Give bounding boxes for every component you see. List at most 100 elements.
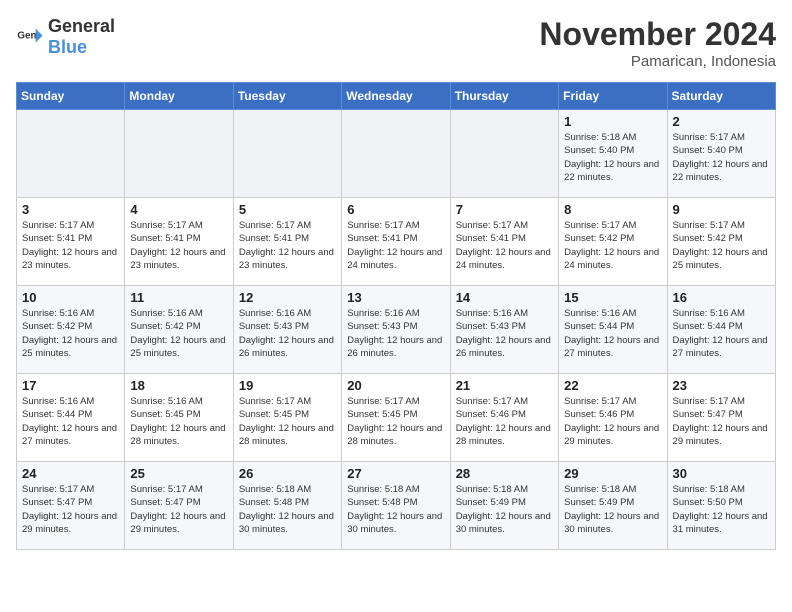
table-row: 7Sunrise: 5:17 AM Sunset: 5:41 PM Daylig…: [450, 198, 558, 286]
day-detail: Sunrise: 5:17 AM Sunset: 5:41 PM Dayligh…: [239, 219, 336, 272]
table-row: 3 Sunrise: 5:17 AM Sunset: 5:41 PM Daylig…: [17, 198, 125, 286]
day-detail: Sunrise: 5:17 AM Sunset: 5:47 PM Dayligh…: [673, 395, 770, 448]
day-number: 19: [239, 378, 336, 393]
table-row: 28 Sunrise: 5:18 AM Sunset: 5:49 PM Dayli…: [450, 462, 558, 550]
day-number: 1: [564, 114, 661, 129]
table-row: 12 Sunrise: 5:16 AM Sunset: 5:43 PM Dayli…: [233, 286, 341, 374]
day-detail: Sunrise: 5:17 AM Sunset: 5:47 PM Dayligh…: [22, 483, 119, 536]
table-row: [233, 110, 341, 198]
table-row: 27Sunrise: 5:18 AM Sunset: 5:48 PM Dayli…: [342, 462, 450, 550]
day-number: 9: [673, 202, 770, 217]
day-number: 8: [564, 202, 661, 217]
day-detail: Sunrise: 5:17 AM Sunset: 5:41 PM Dayligh…: [22, 219, 119, 272]
header-tuesday: Tuesday: [233, 83, 341, 110]
day-number: 12: [239, 290, 336, 305]
day-detail: Sunrise: 5:18 AM Sunset: 5:49 PM Dayligh…: [456, 483, 553, 536]
table-row: 14 Sunrise: 5:16 AM Sunset: 5:43 PM Dayli…: [450, 286, 558, 374]
logo: Gen General Blue: [16, 16, 115, 58]
logo-icon: Gen: [16, 23, 44, 51]
day-number: 27: [347, 466, 444, 481]
table-row: 20 Sunrise: 5:17 AM Sunset: 5:45 PM Dayli…: [342, 374, 450, 462]
day-detail: Sunrise: 5:17 AM Sunset: 5:40 PM Dayligh…: [673, 131, 770, 184]
week-row-3: 10 Sunrise: 5:16 AM Sunset: 5:42 PM Dayli…: [17, 286, 776, 374]
header-wednesday: Wednesday: [342, 83, 450, 110]
day-number: 20: [347, 378, 444, 393]
day-number: 7: [456, 202, 553, 217]
day-detail: Sunrise: 5:17 AM Sunset: 5:42 PM Dayligh…: [564, 219, 661, 272]
day-detail: Sunrise: 5:16 AM Sunset: 5:42 PM Dayligh…: [22, 307, 119, 360]
table-row: 25 Sunrise: 5:17 AM Sunset: 5:47 PM Dayli…: [125, 462, 233, 550]
day-number: 6: [347, 202, 444, 217]
header-saturday: Saturday: [667, 83, 775, 110]
table-row: 11Sunrise: 5:16 AM Sunset: 5:42 PM Dayli…: [125, 286, 233, 374]
calendar-table: Sunday Monday Tuesday Wednesday Thursday…: [16, 82, 776, 550]
day-number: 29: [564, 466, 661, 481]
day-number: 28: [456, 466, 553, 481]
day-detail: Sunrise: 5:17 AM Sunset: 5:41 PM Dayligh…: [130, 219, 227, 272]
table-row: [342, 110, 450, 198]
table-row: 22 Sunrise: 5:17 AM Sunset: 5:46 PM Dayli…: [559, 374, 667, 462]
table-row: [17, 110, 125, 198]
day-number: 11: [130, 290, 227, 305]
week-row-5: 24Sunrise: 5:17 AM Sunset: 5:47 PM Dayli…: [17, 462, 776, 550]
week-row-1: 1 Sunrise: 5:18 AM Sunset: 5:40 PM Daylig…: [17, 110, 776, 198]
table-row: 29 Sunrise: 5:18 AM Sunset: 5:49 PM Dayli…: [559, 462, 667, 550]
day-number: 25: [130, 466, 227, 481]
table-row: 30Sunrise: 5:18 AM Sunset: 5:50 PM Dayli…: [667, 462, 775, 550]
table-row: 16 Sunrise: 5:16 AM Sunset: 5:44 PM Dayli…: [667, 286, 775, 374]
day-number: 5: [239, 202, 336, 217]
day-detail: Sunrise: 5:17 AM Sunset: 5:45 PM Dayligh…: [239, 395, 336, 448]
table-row: 26Sunrise: 5:18 AM Sunset: 5:48 PM Dayli…: [233, 462, 341, 550]
month-title: November 2024: [539, 16, 776, 53]
day-detail: Sunrise: 5:17 AM Sunset: 5:46 PM Dayligh…: [564, 395, 661, 448]
header-monday: Monday: [125, 83, 233, 110]
day-detail: Sunrise: 5:16 AM Sunset: 5:44 PM Dayligh…: [22, 395, 119, 448]
day-detail: Sunrise: 5:17 AM Sunset: 5:45 PM Dayligh…: [347, 395, 444, 448]
day-detail: Sunrise: 5:16 AM Sunset: 5:43 PM Dayligh…: [239, 307, 336, 360]
day-detail: Sunrise: 5:18 AM Sunset: 5:40 PM Dayligh…: [564, 131, 661, 184]
table-row: 24Sunrise: 5:17 AM Sunset: 5:47 PM Dayli…: [17, 462, 125, 550]
table-row: [450, 110, 558, 198]
day-number: 10: [22, 290, 119, 305]
table-row: [125, 110, 233, 198]
header-thursday: Thursday: [450, 83, 558, 110]
day-detail: Sunrise: 5:17 AM Sunset: 5:47 PM Dayligh…: [130, 483, 227, 536]
logo-blue: Blue: [48, 37, 87, 57]
table-row: 8 Sunrise: 5:17 AM Sunset: 5:42 PM Daylig…: [559, 198, 667, 286]
week-row-2: 3 Sunrise: 5:17 AM Sunset: 5:41 PM Daylig…: [17, 198, 776, 286]
day-detail: Sunrise: 5:16 AM Sunset: 5:44 PM Dayligh…: [564, 307, 661, 360]
week-row-4: 17 Sunrise: 5:16 AM Sunset: 5:44 PM Dayli…: [17, 374, 776, 462]
table-row: 21Sunrise: 5:17 AM Sunset: 5:46 PM Dayli…: [450, 374, 558, 462]
day-number: 15: [564, 290, 661, 305]
day-detail: Sunrise: 5:16 AM Sunset: 5:43 PM Dayligh…: [347, 307, 444, 360]
table-row: 6 Sunrise: 5:17 AM Sunset: 5:41 PM Daylig…: [342, 198, 450, 286]
day-number: 16: [673, 290, 770, 305]
day-detail: Sunrise: 5:16 AM Sunset: 5:43 PM Dayligh…: [456, 307, 553, 360]
day-detail: Sunrise: 5:18 AM Sunset: 5:49 PM Dayligh…: [564, 483, 661, 536]
day-number: 14: [456, 290, 553, 305]
day-detail: Sunrise: 5:17 AM Sunset: 5:46 PM Dayligh…: [456, 395, 553, 448]
table-row: 2Sunrise: 5:17 AM Sunset: 5:40 PM Daylig…: [667, 110, 775, 198]
table-row: 18Sunrise: 5:16 AM Sunset: 5:45 PM Dayli…: [125, 374, 233, 462]
day-number: 23: [673, 378, 770, 393]
day-detail: Sunrise: 5:18 AM Sunset: 5:50 PM Dayligh…: [673, 483, 770, 536]
day-number: 3: [22, 202, 119, 217]
table-row: 19 Sunrise: 5:17 AM Sunset: 5:45 PM Dayli…: [233, 374, 341, 462]
logo-general: General: [48, 16, 115, 36]
day-detail: Sunrise: 5:16 AM Sunset: 5:45 PM Dayligh…: [130, 395, 227, 448]
svg-text:Gen: Gen: [17, 30, 36, 41]
day-number: 4: [130, 202, 227, 217]
table-row: 15 Sunrise: 5:16 AM Sunset: 5:44 PM Dayli…: [559, 286, 667, 374]
table-row: 4 Sunrise: 5:17 AM Sunset: 5:41 PM Daylig…: [125, 198, 233, 286]
day-number: 22: [564, 378, 661, 393]
title-block: November 2024 Pamarican, Indonesia: [539, 16, 776, 70]
table-row: 5 Sunrise: 5:17 AM Sunset: 5:41 PM Daylig…: [233, 198, 341, 286]
day-number: 13: [347, 290, 444, 305]
day-detail: Sunrise: 5:17 AM Sunset: 5:41 PM Dayligh…: [347, 219, 444, 272]
weekday-header-row: Sunday Monday Tuesday Wednesday Thursday…: [17, 83, 776, 110]
day-number: 17: [22, 378, 119, 393]
table-row: 23 Sunrise: 5:17 AM Sunset: 5:47 PM Dayli…: [667, 374, 775, 462]
day-detail: Sunrise: 5:16 AM Sunset: 5:44 PM Dayligh…: [673, 307, 770, 360]
header-friday: Friday: [559, 83, 667, 110]
location-title: Pamarican, Indonesia: [539, 53, 776, 70]
